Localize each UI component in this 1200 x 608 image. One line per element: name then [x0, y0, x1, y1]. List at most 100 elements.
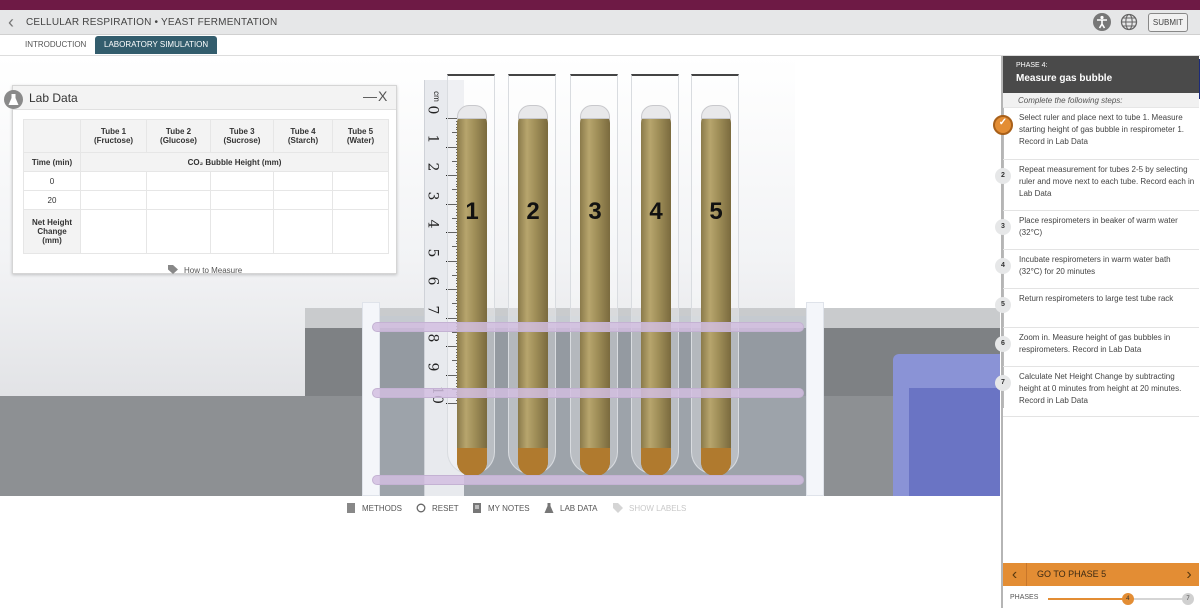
last-phase-dot[interactable]: 7: [1182, 593, 1194, 605]
app-title: CELLULAR RESPIRATION • YEAST FERMENTATIO…: [26, 17, 278, 28]
tube-number: 1: [465, 198, 479, 225]
back-chevron-icon[interactable]: ‹: [8, 13, 22, 31]
show-labels-label: SHOW LABELS: [629, 503, 687, 513]
test-tube-5[interactable]: 5: [691, 74, 739, 476]
step-item[interactable]: 7 Calculate Net Height Change by subtract…: [995, 367, 1199, 417]
lab-data-title: Lab Data: [29, 91, 78, 105]
beaker[interactable]: [893, 354, 1000, 496]
step-text: Select ruler and place next to tube 1. M…: [1019, 113, 1184, 146]
respirometer[interactable]: [518, 105, 548, 476]
methods-label: METHODS: [362, 503, 402, 513]
data-cell[interactable]: [273, 209, 333, 254]
data-cell[interactable]: [332, 171, 389, 191]
step-item[interactable]: ✓ Select ruler and place next to tube 1. …: [993, 108, 1199, 160]
reset-button[interactable]: RESET: [416, 503, 459, 513]
step-item[interactable]: 6 Zoom in. Measure height of gas bubbles …: [995, 328, 1199, 367]
rack-side-right: [806, 302, 824, 496]
notes-icon: [472, 503, 482, 513]
instructions: Complete the following steps:: [1003, 93, 1199, 108]
col-header-tube-3: Tube 3 (Sucrose): [210, 119, 274, 153]
respirometer-cap: [518, 105, 548, 119]
test-tube-2[interactable]: 2: [508, 74, 556, 476]
ruler-number: 8: [424, 333, 441, 343]
submit-button[interactable]: SUBMIT: [1148, 13, 1188, 32]
lab-data-flask-icon: [4, 90, 23, 109]
data-cell[interactable]: [80, 190, 147, 210]
show-labels-button[interactable]: SHOW LABELS: [613, 503, 686, 513]
ruler-number: 4: [424, 219, 441, 229]
minimize-button[interactable]: —: [363, 88, 377, 104]
go-to-phase-button[interactable]: ‹ GO TO PHASE 5 ›: [1003, 563, 1199, 586]
tab-introduction[interactable]: INTRODUCTION: [16, 36, 95, 54]
data-cell[interactable]: [332, 190, 389, 210]
browser-chrome: [0, 0, 1200, 10]
go-to-phase-label: GO TO PHASE 5: [1037, 569, 1107, 579]
respirometer-bottom: [580, 448, 610, 476]
lab-data-button[interactable]: LAB DATA: [544, 503, 598, 513]
respirometer-bottom: [457, 448, 487, 476]
my-notes-button[interactable]: MY NOTES: [472, 503, 530, 513]
phases-fill: [1048, 598, 1128, 600]
col-header-tube-5: Tube 5 (Water): [332, 119, 389, 153]
test-tube-4[interactable]: 4: [631, 74, 679, 476]
rack-bar-top: [372, 322, 804, 332]
rack-bar-middle: [372, 388, 804, 398]
app-header: ‹ CELLULAR RESPIRATION • YEAST FERMENTAT…: [0, 10, 1200, 35]
step-item[interactable]: 4 Incubate respirometers in warm water ba…: [995, 250, 1199, 289]
data-cell[interactable]: [146, 190, 211, 210]
next-phase-chevron-icon[interactable]: ›: [1179, 563, 1199, 586]
respirometer-bottom: [641, 448, 671, 476]
globe-icon[interactable]: [1120, 13, 1138, 31]
row-label: 20: [23, 190, 81, 210]
tab-laboratory-simulation[interactable]: LABORATORY SIMULATION: [95, 36, 218, 54]
data-cell[interactable]: [146, 209, 211, 254]
col-header-tube-4: Tube 4 (Starch): [273, 119, 333, 153]
step-text: Zoom in. Measure height of gas bubbles i…: [1019, 333, 1171, 354]
tab-bar: INTRODUCTION LABORATORY SIMULATION: [0, 35, 1200, 56]
lab-data-label: LAB DATA: [560, 503, 598, 513]
step-text: Place respirometers in beaker of warm wa…: [1019, 216, 1178, 237]
prev-phase-chevron-icon[interactable]: ‹: [1003, 563, 1027, 586]
test-tube-3[interactable]: 3: [570, 74, 618, 476]
data-cell[interactable]: [80, 171, 147, 191]
test-tube-1[interactable]: 1: [447, 74, 495, 476]
data-cell[interactable]: [210, 190, 274, 210]
beaker-inner: [909, 388, 1000, 496]
respirometer[interactable]: [701, 105, 731, 476]
step-number: 5: [995, 297, 1011, 313]
how-to-measure-link[interactable]: How to Measure: [168, 265, 242, 276]
respirometer-cap: [580, 105, 610, 119]
data-cell[interactable]: [80, 209, 147, 254]
step-item[interactable]: 5 Return respirometers to large test tube…: [995, 289, 1199, 328]
tag-icon: [613, 503, 623, 513]
table-row: 0: [23, 171, 389, 191]
step-item[interactable]: 3 Place respirometers in beaker of warm w…: [995, 211, 1199, 250]
ruler-number: 6: [424, 276, 441, 286]
data-cell[interactable]: [273, 190, 333, 210]
current-phase-dot[interactable]: 4: [1121, 593, 1134, 605]
time-header: Time (min): [23, 152, 81, 172]
phases-progress: PHASES 4 7: [1003, 591, 1199, 605]
reset-icon: [416, 503, 426, 513]
data-cell[interactable]: [210, 171, 274, 191]
data-cell[interactable]: [146, 171, 211, 191]
respirometer[interactable]: [641, 105, 671, 476]
respirometer[interactable]: [457, 105, 487, 476]
ruler-number: 3: [424, 191, 441, 200]
close-button[interactable]: X: [378, 88, 387, 104]
col-header-tube-1: Tube 1 (Fructose): [80, 119, 147, 153]
row-label: 0: [23, 171, 81, 191]
respirometer-cap: [457, 105, 487, 119]
table-row: Net Height Change (mm): [23, 209, 389, 254]
check-icon: ✓: [993, 115, 1013, 135]
respirometer[interactable]: [580, 105, 610, 476]
data-cell[interactable]: [332, 209, 389, 254]
step-item[interactable]: 2 Repeat measurement for tubes 2-5 by sel…: [995, 160, 1199, 211]
how-to-measure-label: How to Measure: [184, 266, 243, 275]
methods-button[interactable]: METHODS: [346, 503, 402, 513]
lab-data-header[interactable]: Lab Data — X: [13, 86, 396, 110]
data-cell[interactable]: [273, 171, 333, 191]
step-text: Return respirometers to large test tube …: [1019, 294, 1174, 303]
data-cell[interactable]: [210, 209, 274, 254]
accessibility-icon[interactable]: [1093, 13, 1111, 31]
